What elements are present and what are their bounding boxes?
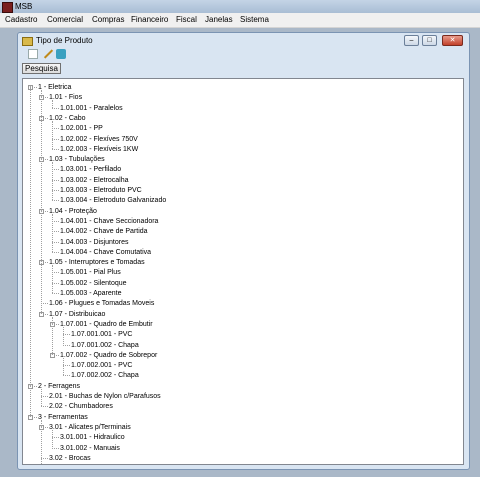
tree-connector — [52, 241, 59, 243]
tree-node[interactable]: 2.01 - Buchas de Nylon c/Parafusos — [49, 392, 161, 401]
tipo-produto-window: Tipo de Produto – □ ✕ Pesquisa -1 - Elet… — [17, 32, 470, 470]
tree-node[interactable]: 1.04.003 - Disjuntores — [60, 238, 128, 247]
tree-connector — [63, 375, 70, 377]
tree-connector — [30, 87, 31, 417]
tree-node[interactable]: 1.03.001 - Perfilado — [60, 165, 121, 174]
tree-node[interactable]: 1.07.002 - Quadro de Sobrepor — [60, 351, 157, 360]
tree-node[interactable]: 3.03 - Chaves — [49, 464, 93, 465]
tree-connector — [63, 334, 70, 336]
menu-cadastro[interactable]: Cadastro — [5, 15, 37, 25]
tree-node[interactable]: 1.04.002 - Chave de Partida — [60, 227, 148, 236]
app-titlebar: MSB — [0, 0, 480, 13]
tree-connector — [41, 388, 42, 407]
tree-connector — [41, 90, 42, 314]
tree-connector — [52, 447, 59, 449]
tree-node[interactable]: 1.07.002.002 - Chapa — [71, 371, 139, 380]
tree-node[interactable]: 1.07.001.001 - PVC — [71, 330, 133, 339]
tree-connector — [52, 293, 59, 294]
tree-node[interactable]: 1.05.003 - Aparente — [60, 289, 122, 298]
pencil-icon[interactable] — [42, 49, 52, 59]
tree-node[interactable]: 1.07 - Distribuicao — [49, 310, 105, 319]
tree-node[interactable]: 1.07.001.002 - Chapa — [71, 341, 139, 350]
menu-janelas[interactable]: Janelas — [205, 15, 233, 25]
tree-connector — [52, 200, 59, 202]
tree-node[interactable]: 1.02 - Cabo — [49, 114, 86, 123]
tree-connector — [52, 138, 59, 140]
tree-connector — [41, 419, 42, 464]
tree-connector — [52, 190, 59, 191]
tree-node[interactable]: 3 - Ferramentas — [38, 413, 88, 422]
minimize-button[interactable]: – — [404, 35, 419, 46]
menubar: Cadastro Comercial Compras Financeiro Fi… — [0, 13, 480, 28]
tree-connector — [52, 148, 59, 150]
tree-node[interactable]: 1.05.001 - Pial Plus — [60, 268, 121, 277]
tree-connector — [52, 316, 53, 355]
recycle-icon[interactable] — [56, 49, 66, 59]
tree-node[interactable]: 1.02.003 - Flexíveis 1KW — [60, 145, 138, 154]
tree-node[interactable]: 3.02 - Brocas — [49, 454, 91, 463]
tree-connector — [52, 213, 53, 252]
tree-node[interactable]: 1.04.001 - Chave Seccionadora — [60, 217, 158, 226]
app-title: MSB — [15, 2, 33, 11]
tree-node[interactable]: 1 - Eletrica — [38, 83, 71, 92]
window-title: Tipo de Produto — [36, 36, 93, 45]
tree-connector — [63, 365, 70, 367]
tree-connector — [63, 344, 70, 346]
tree-connector — [52, 220, 59, 222]
tree-connector — [52, 179, 59, 181]
tree-connector — [63, 326, 64, 345]
tree-node[interactable]: 1.05 - Interruptores e Tomadas — [49, 258, 145, 267]
tree-node[interactable]: 1.04.004 - Chave Comutativa — [60, 248, 151, 257]
tree-node[interactable]: 1.03.003 - Eletroduto PVC — [60, 186, 142, 195]
tree-connector — [52, 100, 53, 108]
tree-connector — [52, 120, 53, 149]
tree-connector — [41, 396, 48, 397]
tree-connector — [41, 406, 48, 408]
tree-node[interactable]: 1.02.001 - PP — [60, 124, 103, 133]
tree-node[interactable]: 1.01.001 - Paralelos — [60, 104, 123, 113]
tree-node[interactable]: 1.02.002 - Flexíves 750V — [60, 135, 138, 144]
tree-node[interactable]: 1.01 - Fios — [49, 93, 82, 102]
menu-comercial[interactable]: Comercial — [47, 15, 83, 25]
menu-financeiro[interactable]: Financeiro — [131, 15, 168, 25]
tree-connector — [52, 128, 59, 130]
tree-connector — [52, 265, 53, 293]
tree-node[interactable]: 3.01.001 - Hidraulico — [60, 433, 125, 442]
menu-compras[interactable]: Compras — [92, 15, 124, 25]
tree-node[interactable]: 1.05.002 - Silentoque — [60, 279, 127, 288]
tree-node[interactable]: 1.07.001 - Quadro de Embutir — [60, 320, 153, 329]
close-button[interactable]: ✕ — [442, 35, 463, 46]
tree-connector — [52, 251, 59, 253]
tree-node[interactable]: 3.01.002 - Manuais — [60, 444, 120, 453]
tree-node[interactable]: 1.03.002 - Eletrocalha — [60, 176, 129, 185]
new-document-icon[interactable] — [28, 49, 38, 59]
tree-connector — [41, 303, 48, 305]
tree-node[interactable]: 1.06 - Plugues e Tomadas Moveis — [49, 299, 154, 308]
tree-node[interactable]: 1.03 - Tubulações — [49, 155, 105, 164]
tree-node[interactable]: 1.04 - Proteção — [49, 207, 97, 216]
tree-connector — [41, 457, 48, 459]
tree-connector — [52, 162, 53, 201]
tree-node[interactable]: 1.07.002.001 - PVC — [71, 361, 133, 370]
menu-fiscal[interactable]: Fiscal — [176, 15, 197, 25]
tree-node[interactable]: 2.02 - Chumbadores — [49, 402, 113, 411]
menu-sistema[interactable]: Sistema — [240, 15, 269, 25]
product-type-tree[interactable]: -1 - Eletrica -1.01 - Fios 1.01.001 - Para… — [22, 78, 464, 465]
tree-connector — [52, 437, 59, 439]
tree-connector — [52, 231, 59, 233]
toolbar — [22, 48, 466, 61]
tree-connector — [52, 272, 59, 274]
tree-node[interactable]: 2 - Ferragens — [38, 382, 80, 391]
tree-connector — [52, 169, 59, 171]
window-icon — [22, 37, 33, 46]
tree-connector — [63, 357, 64, 376]
search-button[interactable]: Pesquisa — [22, 63, 61, 74]
app-logo-icon — [2, 2, 13, 13]
tree-node[interactable]: 1.03.004 - Eletroduto Galvanizado — [60, 196, 166, 205]
tree-node[interactable]: 3.01 - Alicates p/Terminais — [49, 423, 131, 432]
tree-connector — [52, 282, 59, 284]
maximize-button[interactable]: □ — [422, 35, 437, 46]
tree-connector — [52, 429, 53, 448]
tree-connector — [52, 107, 59, 109]
